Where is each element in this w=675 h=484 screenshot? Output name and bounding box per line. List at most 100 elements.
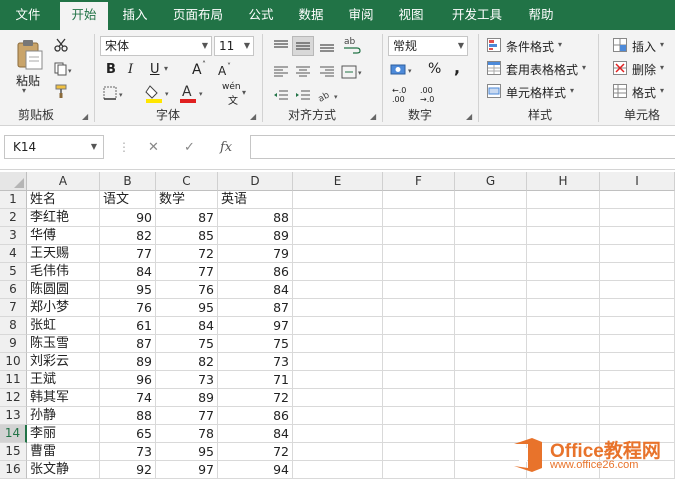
paste-dropdown-arrow[interactable]: ▾ (22, 86, 26, 95)
cell-d16[interactable]: 94 (218, 461, 293, 479)
cell-f16[interactable] (383, 461, 455, 479)
cell-a7[interactable]: 郑小梦 (27, 299, 100, 317)
cell-a14[interactable]: 李丽 (27, 425, 100, 443)
cell-i6[interactable] (600, 281, 675, 299)
cell-c6[interactable]: 76 (156, 281, 218, 299)
cell-i10[interactable] (600, 353, 675, 371)
number-launcher-icon[interactable]: ◢ (466, 112, 472, 121)
cell-b6[interactable]: 95 (100, 281, 156, 299)
percent-button[interactable]: % (428, 61, 441, 77)
cell-c5[interactable]: 77 (156, 263, 218, 281)
cell-c15[interactable]: 95 (156, 443, 218, 461)
confirm-entry-icon[interactable]: ✓ (184, 140, 195, 155)
cell-e9[interactable] (293, 335, 383, 353)
cell-a16[interactable]: 张文静 (27, 461, 100, 479)
cell-h11[interactable] (527, 371, 600, 389)
cell-b7[interactable]: 76 (100, 299, 156, 317)
cell-i7[interactable] (600, 299, 675, 317)
copy-icon[interactable]: ▾ (52, 60, 76, 78)
cell-g3[interactable] (455, 227, 527, 245)
cell-c4[interactable]: 72 (156, 245, 218, 263)
cut-icon[interactable] (52, 36, 70, 54)
cell-i2[interactable] (600, 209, 675, 227)
cell-d10[interactable]: 73 (218, 353, 293, 371)
align-top-icon[interactable] (270, 36, 292, 56)
cell-d15[interactable]: 72 (218, 443, 293, 461)
cell-d7[interactable]: 87 (218, 299, 293, 317)
cell-g9[interactable] (455, 335, 527, 353)
tab-developer[interactable]: 开发工具 (440, 0, 514, 30)
cell-a1[interactable]: 姓名 (27, 191, 100, 209)
tab-home[interactable]: 开始 (60, 2, 108, 30)
cell-f1[interactable] (383, 191, 455, 209)
cell-e5[interactable] (293, 263, 383, 281)
cell-d1[interactable]: 英语 (218, 191, 293, 209)
decrease-decimal-button[interactable]: .00 →.0 (420, 86, 444, 104)
column-header-d[interactable]: D (218, 172, 293, 191)
cell-e7[interactable] (293, 299, 383, 317)
column-header-i[interactable]: I (600, 172, 675, 191)
cell-c3[interactable]: 85 (156, 227, 218, 245)
cell-h3[interactable] (527, 227, 600, 245)
row-header[interactable]: 6 (0, 281, 27, 299)
paste-button-label[interactable]: 粘贴 (16, 72, 40, 89)
cell-d2[interactable]: 88 (218, 209, 293, 227)
row-header[interactable]: 13 (0, 407, 27, 425)
cell-f10[interactable] (383, 353, 455, 371)
select-all-corner[interactable] (0, 172, 27, 191)
column-header-f[interactable]: F (383, 172, 455, 191)
format-as-table-button[interactable]: 套用表格格式 (506, 61, 578, 78)
decrease-font-button[interactable]: A (218, 64, 226, 78)
cell-i4[interactable] (600, 245, 675, 263)
cell-c10[interactable]: 82 (156, 353, 218, 371)
cell-c7[interactable]: 95 (156, 299, 218, 317)
cell-g12[interactable] (455, 389, 527, 407)
cell-e13[interactable] (293, 407, 383, 425)
increase-font-button[interactable]: A (192, 62, 202, 78)
insert-cells-button[interactable]: 插入 (632, 38, 656, 55)
alignment-launcher-icon[interactable]: ◢ (370, 112, 376, 121)
cell-b14[interactable]: 65 (100, 425, 156, 443)
decrease-indent-icon[interactable] (270, 86, 292, 106)
phonetic-dropdown-arrow[interactable]: ▾ (242, 88, 246, 97)
cell-e10[interactable] (293, 353, 383, 371)
cell-b2[interactable]: 90 (100, 209, 156, 227)
cell-c13[interactable]: 77 (156, 407, 218, 425)
cell-c2[interactable]: 87 (156, 209, 218, 227)
cell-g1[interactable] (455, 191, 527, 209)
tab-formulas[interactable]: 公式 (238, 0, 284, 30)
cell-f8[interactable] (383, 317, 455, 335)
column-header-e[interactable]: E (293, 172, 383, 191)
cell-h5[interactable] (527, 263, 600, 281)
align-center-icon[interactable] (292, 62, 314, 82)
cell-d11[interactable]: 71 (218, 371, 293, 389)
row-header[interactable]: 3 (0, 227, 27, 245)
cell-g10[interactable] (455, 353, 527, 371)
row-header[interactable]: 9 (0, 335, 27, 353)
cell-b5[interactable]: 84 (100, 263, 156, 281)
cell-e3[interactable] (293, 227, 383, 245)
cell-e16[interactable] (293, 461, 383, 479)
cell-d6[interactable]: 84 (218, 281, 293, 299)
name-box[interactable]: K14 ▼ (4, 135, 104, 159)
cell-d12[interactable]: 72 (218, 389, 293, 407)
cell-h6[interactable] (527, 281, 600, 299)
cell-i5[interactable] (600, 263, 675, 281)
delete-cells-button[interactable]: 删除 (632, 61, 656, 78)
cell-a8[interactable]: 张虹 (27, 317, 100, 335)
underline-dropdown-arrow[interactable]: ▾ (164, 64, 168, 73)
cell-e4[interactable] (293, 245, 383, 263)
cell-g5[interactable] (455, 263, 527, 281)
cell-c1[interactable]: 数学 (156, 191, 218, 209)
cell-d4[interactable]: 79 (218, 245, 293, 263)
cell-g8[interactable] (455, 317, 527, 335)
row-header[interactable]: 7 (0, 299, 27, 317)
conditional-format-button[interactable]: 条件格式 (506, 38, 554, 55)
tab-view[interactable]: 视图 (388, 0, 434, 30)
align-middle-icon[interactable] (292, 36, 314, 56)
row-header[interactable]: 4 (0, 245, 27, 263)
cell-f15[interactable] (383, 443, 455, 461)
cell-f9[interactable] (383, 335, 455, 353)
paste-icon[interactable] (12, 38, 46, 72)
cell-e15[interactable] (293, 443, 383, 461)
